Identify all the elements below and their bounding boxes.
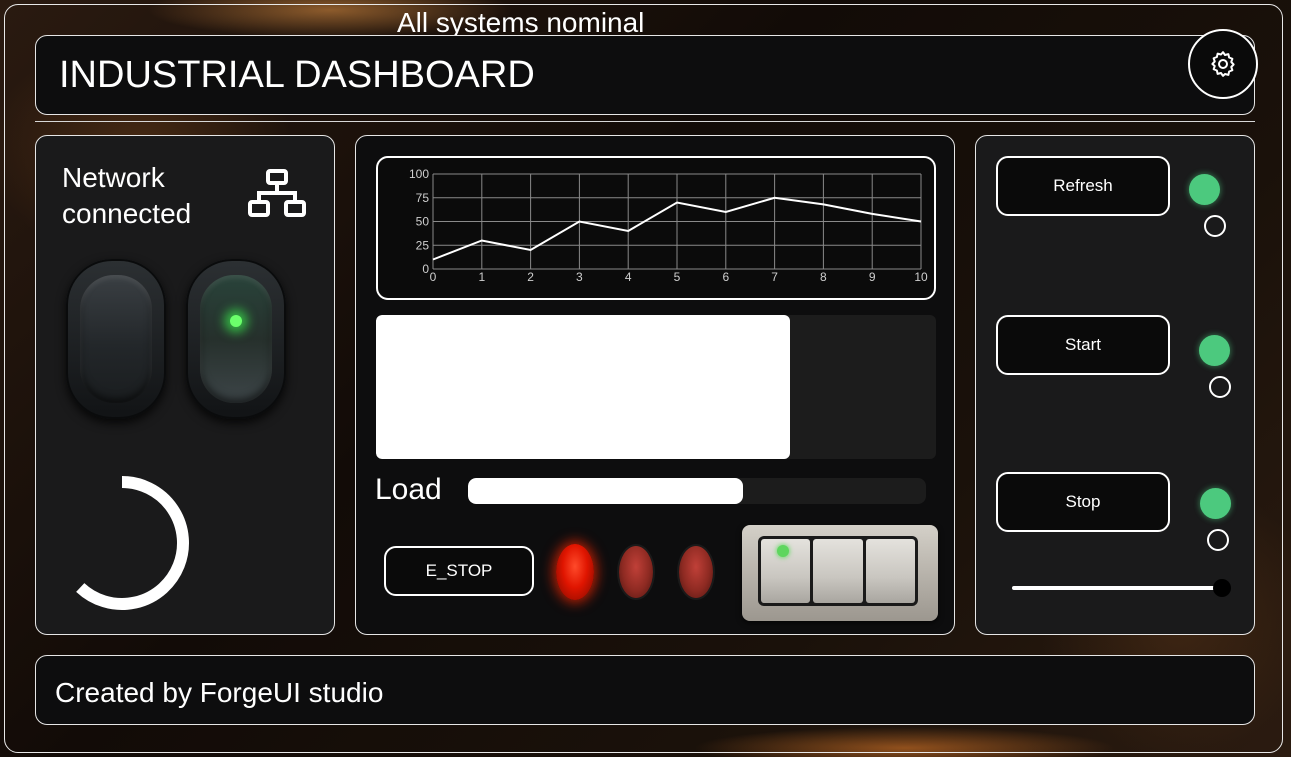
line-chart: 0 1 2 3 4 5 6 7 8 9 10 0 25 50 75 100 xyxy=(376,156,936,300)
network-panel: Network connected xyxy=(35,135,335,635)
y-tick-label: 0 xyxy=(422,262,429,276)
indicator-led-2 xyxy=(619,546,653,598)
start-radio[interactable] xyxy=(1209,376,1231,398)
header-panel: INDUSTRIAL DASHBOARD xyxy=(35,35,1255,115)
network-icon xyxy=(248,169,306,217)
refresh-button[interactable]: Refresh xyxy=(996,156,1170,216)
slider-thumb[interactable] xyxy=(1213,579,1231,597)
rocker-switch-on[interactable] xyxy=(186,259,286,419)
x-tick-label: 2 xyxy=(527,270,534,284)
y-tick-label: 100 xyxy=(409,167,429,181)
stop-radio[interactable] xyxy=(1207,529,1229,551)
switch-key-3[interactable] xyxy=(865,539,915,603)
x-tick-label: 6 xyxy=(722,270,729,284)
level-bar-fill xyxy=(376,315,791,459)
footer-credit: Created by ForgeUI studio xyxy=(55,677,384,708)
line-chart-svg: 0 1 2 3 4 5 6 7 8 9 100255075100 xyxy=(409,167,928,284)
load-bar-fill xyxy=(468,478,743,504)
stop-button[interactable]: Stop xyxy=(996,472,1170,532)
e-stop-button[interactable]: E_STOP xyxy=(384,546,534,596)
x-tick-label: 7 xyxy=(771,270,778,284)
gear-icon xyxy=(1211,51,1235,77)
monitor-panel: 0 1 2 3 4 5 6 7 8 9 10 0 25 50 75 100 Load E_STOP xyxy=(355,135,955,635)
x-tick-label: 5 xyxy=(674,270,681,284)
progress-ring xyxy=(76,476,189,610)
x-tick-label: 1 xyxy=(478,270,485,284)
slider-track[interactable] xyxy=(1012,579,1231,597)
y-tick-label: 50 xyxy=(416,215,430,229)
network-status-label: Network connected xyxy=(62,162,192,229)
x-tick-label: 10 xyxy=(914,270,928,284)
switch-key-led xyxy=(777,545,789,557)
footer-panel: Created by ForgeUI studio xyxy=(35,655,1255,725)
page-title: INDUSTRIAL DASHBOARD xyxy=(59,54,535,96)
refresh-radio[interactable] xyxy=(1204,215,1226,237)
stop-status-led xyxy=(1200,488,1231,519)
header-divider xyxy=(35,121,1255,122)
x-tick-label: 9 xyxy=(869,270,876,284)
rocker-indicator-led xyxy=(230,315,242,327)
rocker-switch-block xyxy=(742,525,938,621)
x-tick-label: 4 xyxy=(625,270,632,284)
actions-panel: Refresh Start Stop xyxy=(975,135,1255,635)
y-tick-label: 75 xyxy=(416,191,430,205)
y-tick-label: 25 xyxy=(416,238,430,252)
x-tick-label: 8 xyxy=(820,270,827,284)
rocker-switch-off[interactable] xyxy=(66,259,166,419)
level-bar xyxy=(376,315,936,459)
switch-key-1[interactable] xyxy=(761,539,811,603)
x-tick-label: 0 xyxy=(430,270,437,284)
indicator-led-3 xyxy=(679,546,713,598)
load-label: Load xyxy=(375,473,442,506)
switch-key-2[interactable] xyxy=(813,539,863,603)
settings-button[interactable] xyxy=(1188,29,1258,99)
x-tick-label: 3 xyxy=(576,270,583,284)
start-button[interactable]: Start xyxy=(996,315,1170,375)
indicator-led-1 xyxy=(556,544,594,600)
refresh-status-led xyxy=(1189,174,1220,205)
load-bar xyxy=(468,478,926,504)
start-status-led xyxy=(1199,335,1230,366)
